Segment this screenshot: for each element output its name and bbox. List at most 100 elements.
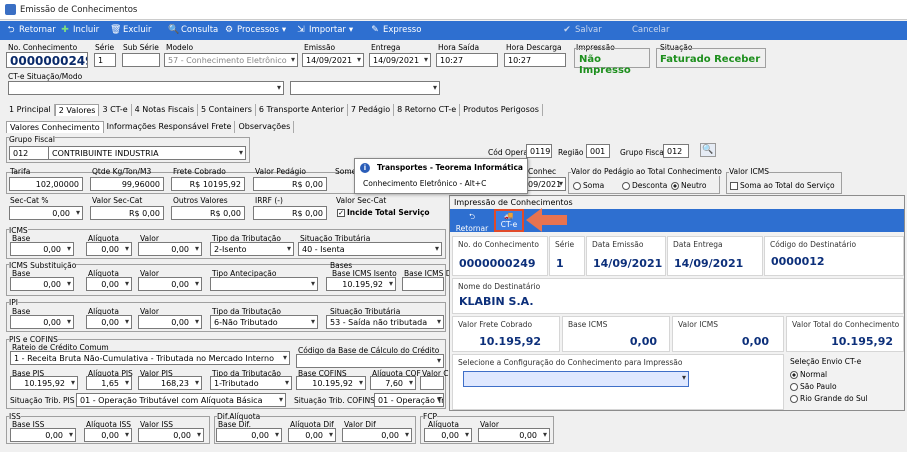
tab-retorno-cte[interactable]: 8 Retorno CT-e bbox=[394, 104, 461, 116]
envio-normal-radio[interactable]: Normal bbox=[790, 370, 827, 379]
base-isento-field[interactable]: 10.195,92 bbox=[326, 277, 396, 291]
dialog-cte-button[interactable]: 🚚 CT-e bbox=[494, 209, 524, 232]
icmsst-valor-field[interactable]: 0,00 bbox=[138, 277, 202, 291]
serie-field[interactable]: 1 bbox=[94, 53, 116, 67]
dlg-dest-name-value: KLABIN S.A. bbox=[459, 295, 534, 308]
outros-field[interactable]: R$ 0,00 bbox=[171, 206, 245, 220]
salvar-button[interactable]: ✔ Salvar bbox=[562, 25, 601, 35]
sit-pis-select[interactable]: 01 - Operação Tributável com Alíquota Bá… bbox=[76, 393, 286, 407]
icms-sit-select[interactable]: 40 - Isenta bbox=[298, 242, 442, 256]
modelo-select[interactable]: 57 - Conhecimento Eletrônico bbox=[164, 53, 298, 67]
aliq-dif-field[interactable]: 0,00 bbox=[288, 428, 336, 442]
base-def-field[interactable] bbox=[402, 277, 444, 291]
importar-menu[interactable]: ⇲ Importar ▾ bbox=[296, 25, 353, 35]
cte-modo-select[interactable] bbox=[290, 81, 440, 95]
gf-field[interactable]: 012 bbox=[663, 144, 689, 158]
grupo-fiscal-label: Grupo Fiscal bbox=[9, 135, 55, 144]
fcp-aliq-field[interactable]: 0,00 bbox=[424, 428, 472, 442]
regiao-field[interactable]: 001 bbox=[586, 144, 610, 158]
sit-cofins-select[interactable]: 01 - Operação Tr bbox=[374, 393, 444, 407]
tab-cte[interactable]: 3 CT-e bbox=[99, 104, 132, 116]
tab-observacoes[interactable]: Observações bbox=[235, 121, 295, 133]
pis-trib-select[interactable]: 1-Tributado bbox=[210, 376, 292, 390]
icms-aliq-field[interactable]: 0,00 bbox=[86, 242, 132, 256]
tab-transporte-anterior[interactable]: 6 Transporte Anterior bbox=[256, 104, 348, 116]
search-grupo-button[interactable]: 🔍 bbox=[700, 143, 716, 157]
tarifa-field[interactable]: 102,00000 bbox=[9, 177, 83, 191]
subserie-field[interactable] bbox=[122, 53, 160, 67]
consulta-button[interactable]: 🔍 Consulta bbox=[168, 25, 218, 35]
tab-informacoes-responsavel-frete[interactable]: Informações Responsável Frete bbox=[104, 121, 236, 133]
hora-descarga-field[interactable]: 10:27 bbox=[504, 53, 566, 67]
aliq-iss-field[interactable]: 0,00 bbox=[84, 428, 132, 442]
icmsst-aliq-field[interactable]: 0,00 bbox=[86, 277, 132, 291]
ipi-base-field[interactable]: 0,00 bbox=[10, 315, 74, 329]
retornar-button[interactable]: ⮌ Retornar bbox=[6, 25, 55, 35]
seccat-field[interactable]: 0,00 bbox=[9, 206, 83, 220]
expresso-button[interactable]: ✎ Expresso bbox=[370, 25, 421, 35]
cfo-field[interactable]: 0119 bbox=[526, 144, 552, 158]
icms-valor-field[interactable]: 0,00 bbox=[138, 242, 202, 256]
base-iss-field[interactable]: 0,00 bbox=[10, 428, 76, 442]
envio-sao-paulo-radio[interactable]: São Paulo bbox=[790, 382, 837, 391]
soma-radio[interactable]: Soma bbox=[573, 181, 604, 190]
grupo-code-field[interactable]: 012 bbox=[9, 146, 49, 160]
conhec-date[interactable]: 09/2021 bbox=[524, 177, 566, 191]
cod-base-select[interactable] bbox=[296, 354, 444, 368]
aliq-pis-field[interactable]: 1,65 bbox=[86, 376, 132, 390]
tab-pedagio[interactable]: 7 Pedágio bbox=[348, 104, 395, 116]
icmsst-base-field[interactable]: 0,00 bbox=[10, 277, 74, 291]
icms-base-field[interactable]: 0,00 bbox=[10, 242, 74, 256]
irrf-label: IRRF (-) bbox=[255, 196, 283, 205]
grupo-name-select[interactable]: CONTRIBUINTE INDUSTRIA bbox=[48, 146, 246, 160]
fcp-valor-field[interactable]: 0,00 bbox=[478, 428, 550, 442]
tab-valores-conhecimento[interactable]: Valores Conhecimento bbox=[6, 121, 104, 133]
processos-menu[interactable]: ⚙ Processos ▾ bbox=[224, 25, 286, 35]
no-conhecimento-field[interactable]: 0000000249 bbox=[6, 52, 88, 68]
entrega-date[interactable]: 14/09/2021 bbox=[369, 53, 431, 67]
aliq-cofins-field[interactable]: 7,60 bbox=[370, 376, 416, 390]
soma-total-checkbox[interactable]: Soma ao Total do Serviço bbox=[730, 181, 835, 190]
vsec-field[interactable]: R$ 0,00 bbox=[90, 206, 164, 220]
frete-cobrado-field[interactable]: R$ 10195,92 bbox=[171, 177, 245, 191]
valor-cofins-field[interactable] bbox=[420, 376, 444, 390]
ipi-aliq-field[interactable]: 0,00 bbox=[86, 315, 132, 329]
ipi-trib-select[interactable]: 6-Não Tributado bbox=[210, 315, 318, 329]
excluir-button[interactable]: 🗑 Excluir bbox=[110, 25, 152, 35]
neutro-radio[interactable]: Neutro bbox=[671, 181, 706, 190]
ipi-sit-select[interactable]: 53 - Saída não tributada bbox=[326, 315, 444, 329]
icmsst-antec-select[interactable] bbox=[210, 277, 318, 291]
irrf-field[interactable]: R$ 0,00 bbox=[253, 206, 327, 220]
envio-rio-grande-radio[interactable]: Rio Grande do Sul bbox=[790, 394, 868, 403]
incide-checkbox[interactable]: ✓ Incide Total Serviço bbox=[337, 208, 430, 217]
desconta-radio[interactable]: Desconta bbox=[622, 181, 667, 190]
emissao-date[interactable]: 14/09/2021 bbox=[302, 53, 364, 67]
base-dif-field[interactable]: 0,00 bbox=[216, 428, 282, 442]
no-conhecimento-label: No. Conhecimento bbox=[8, 43, 78, 52]
plus-icon: ✚ bbox=[61, 25, 69, 35]
dialog-retornar-button[interactable]: ⮌ Retornar bbox=[452, 211, 492, 233]
base-pis-field[interactable]: 10.195,92 bbox=[10, 376, 78, 390]
base-cofins-field[interactable]: 10.195,92 bbox=[296, 376, 366, 390]
dlg-config-select[interactable] bbox=[463, 371, 689, 387]
incluir-button[interactable]: ✚ Incluir bbox=[60, 25, 99, 35]
ipi-valor-field[interactable]: 0,00 bbox=[138, 315, 202, 329]
impressao-value: Não Impresso bbox=[579, 54, 631, 76]
tab-valores[interactable]: 2 Valores bbox=[54, 104, 100, 116]
tab-containers[interactable]: 5 Containers bbox=[198, 104, 256, 116]
vsec2-label: Valor Sec-Cat bbox=[336, 196, 387, 205]
rateio-select[interactable]: 1 - Receita Bruta Não-Cumulativa - Tribu… bbox=[10, 351, 290, 365]
tab-notas-fiscais[interactable]: 4 Notas Fiscais bbox=[132, 104, 199, 116]
cte-situacao-select[interactable] bbox=[8, 81, 284, 95]
valor-dif-field[interactable]: 0,00 bbox=[342, 428, 412, 442]
icms-trib-select[interactable]: 2-Isento bbox=[210, 242, 294, 256]
outros-label: Outros Valores bbox=[173, 196, 228, 205]
valor-pis-field[interactable]: 168,23 bbox=[138, 376, 202, 390]
valor-iss-field[interactable]: 0,00 bbox=[138, 428, 204, 442]
tab-principal[interactable]: 1 Principal bbox=[6, 104, 55, 116]
qtde-field[interactable]: 99,96000 bbox=[90, 177, 164, 191]
cancelar-button[interactable]: Cancelar bbox=[632, 25, 670, 35]
hora-saida-field[interactable]: 10:27 bbox=[436, 53, 498, 67]
tab-produtos-perigosos[interactable]: Produtos Perigosos bbox=[460, 104, 543, 116]
pedagio-field[interactable]: R$ 0,00 bbox=[253, 177, 327, 191]
